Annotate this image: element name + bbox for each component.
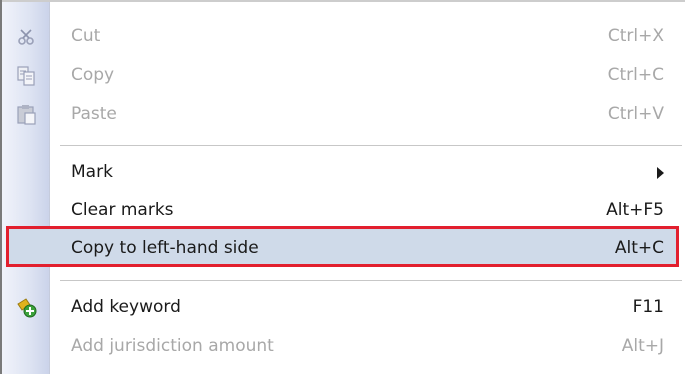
menu-item-add-keyword[interactable]: Add keyword F11 [50,287,684,327]
menu-item-label: Copy [71,65,115,85]
menu-item-paste[interactable]: Paste Ctrl+V [50,94,684,134]
icon-gutter [2,2,49,374]
menu-separator-highlight [60,146,682,147]
menu-item-label: Add jurisdiction amount [71,336,274,356]
menu-item-label: Copy to left-hand side [71,238,259,258]
menu-item-shortcut: Ctrl+V [607,104,664,124]
menu-item-copy[interactable]: Copy Ctrl+C [50,55,684,95]
menu-item-cut[interactable]: Cut Ctrl+X [50,16,684,56]
menu-item-mark[interactable]: Mark [50,152,684,192]
menu-item-shortcut: Ctrl+X [607,26,664,46]
context-menu: Cut Ctrl+X Copy Ctrl+C Paste Ctrl+V Mark [0,0,685,374]
menu-item-shortcut: Alt+J [621,336,664,356]
menu-item-label: Cut [71,26,101,46]
menu-item-shortcut: Alt+C [614,238,664,258]
menu-item-shortcut: Alt+F5 [606,200,664,220]
menu-item-shortcut: Ctrl+C [607,65,664,85]
menu-item-clear-marks[interactable]: Clear marks Alt+F5 [50,190,684,230]
add-keyword-icon [16,296,38,318]
menu-item-copy-to-left-hand-side[interactable]: Copy to left-hand side Alt+C [50,228,684,268]
menu-item-label: Paste [71,104,117,124]
menu-item-add-jurisdiction-amount[interactable]: Add jurisdiction amount Alt+J [50,326,684,366]
menu-separator-highlight [60,281,682,282]
menu-item-shortcut: F11 [632,297,664,317]
menu-item-label: Clear marks [71,200,174,220]
menu-border-top [0,0,685,2]
submenu-arrow-icon [657,167,664,179]
menu-item-label: Mark [71,162,113,182]
scissors-icon [16,26,38,48]
paste-icon [16,104,38,126]
copy-icon [16,65,38,87]
menu-item-label: Add keyword [71,297,181,317]
